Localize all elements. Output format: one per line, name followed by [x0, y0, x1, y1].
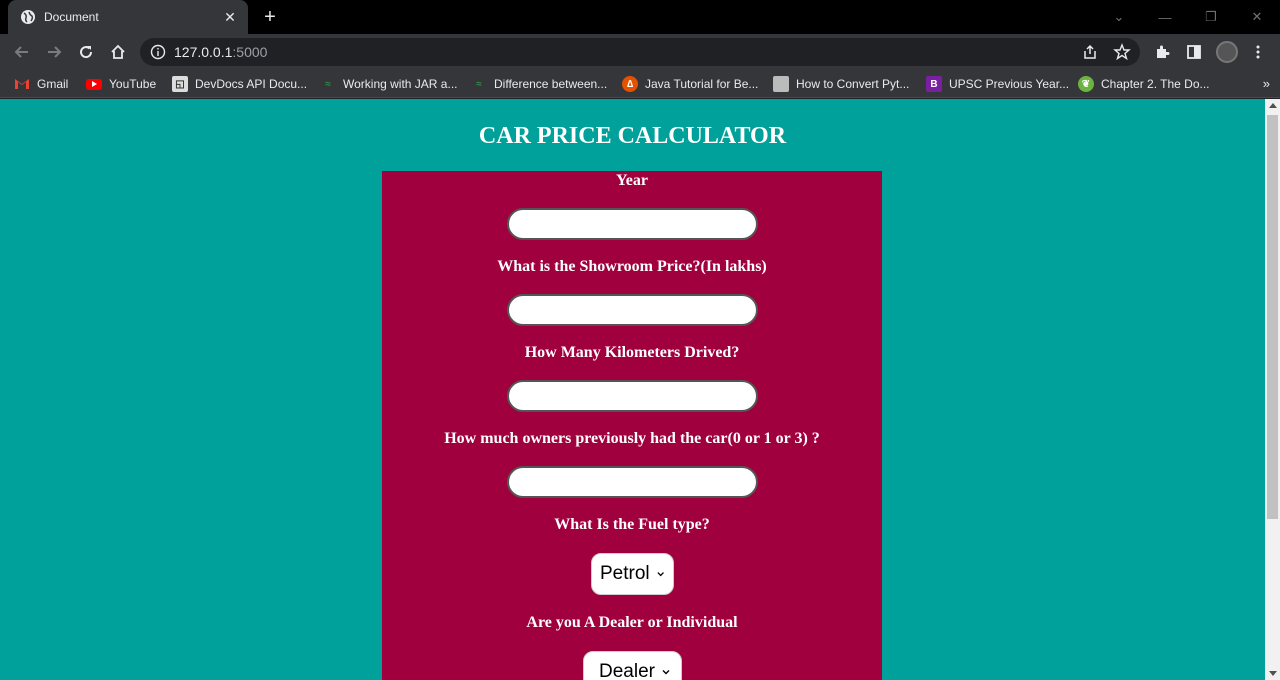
tab-document[interactable]: Document ✕ — [8, 0, 248, 34]
extensions-icon[interactable] — [1152, 42, 1172, 62]
close-tab-icon[interactable]: ✕ — [222, 9, 238, 26]
bookmark-label: DevDocs API Docu... — [195, 77, 308, 91]
upsc-icon: B — [926, 76, 942, 92]
bookmark-difference[interactable]: ≈ Difference between... — [471, 70, 607, 98]
seller-type-select[interactable]: Dealer — [583, 651, 682, 680]
showroom-price-label: What is the Showroom Price?(In lakhs) — [497, 258, 767, 275]
address-bar[interactable]: 127.0.0.1:5000 — [140, 38, 1140, 66]
page-viewport: CAR PRICE CALCULATOR Year What is the Sh… — [0, 99, 1265, 680]
bookmark-gmail[interactable]: Gmail — [14, 70, 68, 98]
menu-icon[interactable] — [1248, 42, 1268, 62]
share-icon[interactable] — [1081, 43, 1099, 61]
bookmark-java-tutorial[interactable]: ∆ Java Tutorial for Be... — [622, 70, 758, 98]
chevron-down-icon — [657, 572, 664, 577]
bookmark-label: YouTube — [109, 77, 157, 91]
bookmark-label: Difference between... — [494, 77, 608, 91]
showroom-price-input[interactable] — [507, 294, 758, 326]
url-text: 127.0.0.1:5000 — [174, 44, 267, 60]
gmail-icon — [14, 76, 30, 92]
scrollbar-thumb[interactable] — [1267, 115, 1278, 519]
globe-icon — [21, 10, 35, 24]
page-icon — [773, 76, 789, 92]
bookmark-jar[interactable]: ≈ Working with JAR a... — [320, 70, 457, 98]
home-icon — [111, 44, 125, 59]
year-label: Year — [616, 172, 648, 189]
bookmark-label: Chapter 2. The Do... — [1101, 77, 1210, 91]
fuel-type-label: What Is the Fuel type? — [554, 516, 710, 533]
bookmark-chapter2[interactable]: ❦ Chapter 2. The Do... — [1078, 70, 1210, 98]
spring-icon: ❦ — [1078, 76, 1094, 92]
chevron-down-icon[interactable]: ⌄ — [1096, 0, 1142, 34]
geeksforgeeks-icon: ≈ — [476, 78, 482, 90]
more-bookmarks-button[interactable]: » — [1263, 76, 1270, 91]
devdocs-icon: ◱ — [172, 76, 188, 92]
scroll-down-arrow-icon[interactable] — [1269, 671, 1277, 676]
page-title: CAR PRICE CALCULATOR — [478, 123, 787, 149]
kilometers-label: How Many Kilometers Drived? — [524, 344, 740, 361]
bookmark-label: Gmail — [37, 77, 69, 91]
arrow-left-icon — [14, 46, 28, 58]
bookmark-youtube[interactable]: YouTube — [86, 70, 156, 98]
bookmark-upsc[interactable]: B UPSC Previous Year... — [926, 70, 1069, 98]
restore-button[interactable]: ❐ — [1188, 0, 1234, 34]
seller-type-value: Dealer — [599, 661, 655, 680]
owners-input[interactable] — [507, 466, 758, 498]
youtube-icon — [86, 78, 102, 90]
year-input[interactable] — [507, 208, 758, 240]
bookmark-label: Java Tutorial for Be... — [645, 77, 759, 91]
home-button[interactable] — [106, 40, 130, 64]
bookmark-star-icon[interactable] — [1113, 43, 1131, 61]
side-panel-icon[interactable] — [1184, 42, 1204, 62]
fuel-type-value: Petrol — [600, 563, 650, 584]
profile-avatar[interactable] — [1216, 41, 1238, 63]
chevron-down-icon — [662, 670, 670, 675]
bookmark-label: UPSC Previous Year... — [949, 77, 1070, 91]
tutorial-icon: ∆ — [622, 76, 638, 92]
back-button[interactable] — [10, 40, 34, 64]
bookmark-devdocs[interactable]: ◱ DevDocs API Docu... — [172, 70, 307, 98]
url-port: :5000 — [232, 44, 268, 60]
kilometers-input[interactable] — [507, 380, 758, 412]
scroll-up-arrow-icon[interactable] — [1269, 103, 1277, 108]
seller-type-label: Are you A Dealer or Individual — [526, 614, 738, 631]
reload-icon — [80, 46, 93, 59]
bookmarks-bar: Gmail YouTube ◱ DevDocs API Docu... ≈ Wo… — [0, 70, 1280, 98]
fuel-type-select[interactable]: Petrol — [591, 553, 674, 595]
reload-button[interactable] — [74, 40, 98, 64]
arrow-right-icon — [48, 46, 62, 58]
bookmark-label: Working with JAR a... — [343, 77, 458, 91]
minimize-button[interactable]: — — [1142, 0, 1188, 34]
info-icon[interactable] — [150, 44, 166, 60]
page-scrollbar[interactable] — [1265, 99, 1280, 680]
owners-label: How much owners previously had the car(0… — [444, 430, 820, 447]
tab-title: Document — [44, 10, 99, 24]
bookmark-label: How to Convert Pyt... — [796, 77, 910, 91]
close-window-button[interactable]: ✕ — [1234, 0, 1280, 34]
car-price-form: Year What is the Showroom Price?(In lakh… — [382, 171, 882, 680]
geeksforgeeks-icon: ≈ — [325, 78, 331, 90]
forward-button[interactable] — [42, 40, 66, 64]
browser-toolbar: 127.0.0.1:5000 — [0, 34, 1280, 70]
url-host: 127.0.0.1 — [174, 44, 233, 60]
new-tab-button[interactable]: + — [259, 6, 281, 28]
tab-strip: Document ✕ + ⌄ — ❐ ✕ — [0, 0, 1280, 34]
bookmark-convert-python[interactable]: How to Convert Pyt... — [773, 70, 909, 98]
